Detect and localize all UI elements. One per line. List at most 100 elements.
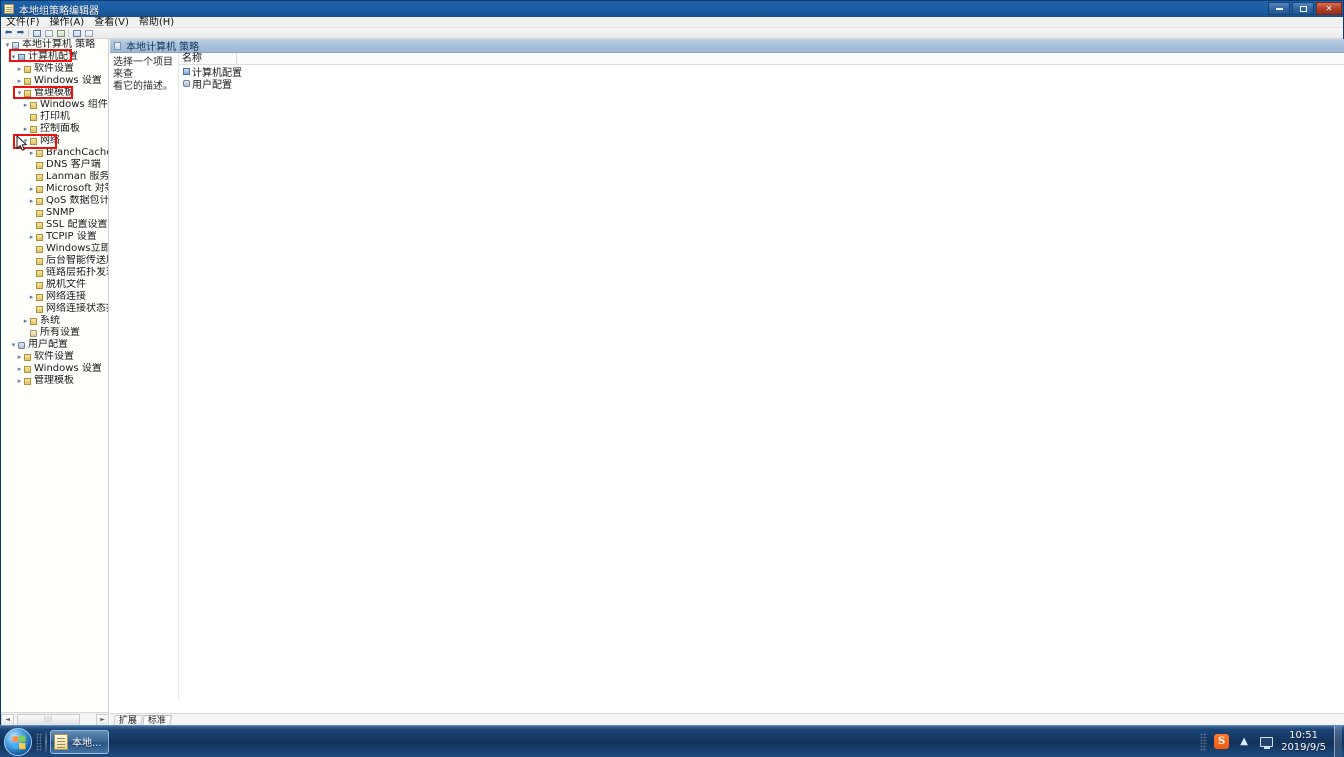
tree-item-label: Microsoft 对等网络	[46, 183, 108, 194]
collapse-arrow-icon[interactable]: ▾	[15, 87, 24, 99]
expand-arrow-icon[interactable]: ▸	[15, 363, 24, 375]
scrollbar-track[interactable]: |||	[14, 713, 96, 726]
expand-arrow-icon[interactable]: ▸	[21, 123, 30, 135]
clock[interactable]: 10:51 2019/9/5	[1277, 730, 1334, 754]
menu-view[interactable]: 查看(V)	[89, 17, 134, 28]
expand-arrow-icon[interactable]: ▸	[27, 147, 36, 159]
tree-item[interactable]: ▾ 网络	[1, 135, 108, 147]
tree-item[interactable]: ▸ 管理模板	[1, 375, 108, 387]
expand-arrow-icon[interactable]: ▸	[15, 75, 24, 87]
folder-icon	[36, 233, 43, 241]
tree-item[interactable]: 所有设置	[1, 327, 108, 339]
expand-arrow-icon[interactable]: ▸	[15, 351, 24, 363]
scrollbar-thumb[interactable]: |||	[17, 713, 80, 726]
column-header-blank[interactable]	[237, 53, 1344, 65]
maximize-button[interactable]	[1292, 2, 1314, 15]
taskbar-item-gpedit[interactable]: 本地...	[50, 729, 109, 754]
tree-item[interactable]: 网络连接状态指示器	[1, 303, 108, 315]
list-item[interactable]: 用户配置	[179, 77, 1344, 91]
tree-item[interactable]: ▸ Windows 设置	[1, 363, 108, 375]
list-item-label: 用户配置	[192, 79, 232, 91]
export-icon[interactable]	[83, 28, 94, 38]
tree-item-label: 网络连接	[46, 291, 86, 302]
tree-item[interactable]: ▸ 控制面板	[1, 123, 108, 135]
expand-arrow-icon[interactable]: ▸	[27, 291, 36, 303]
tree-item[interactable]: ▸ BranchCache	[1, 147, 108, 159]
tray-grip[interactable]	[1200, 732, 1208, 751]
tree-item[interactable]: ▾ 管理模板	[1, 87, 108, 99]
tree-item[interactable]: ▸ Windows 组件	[1, 99, 108, 111]
tree-item[interactable]: Lanman 服务器	[1, 171, 108, 183]
expand-arrow-icon[interactable]: ▸	[27, 195, 36, 207]
tree-item[interactable]: DNS 客户端	[1, 159, 108, 171]
expand-arrow-icon[interactable]: ▸	[21, 315, 30, 327]
quick-launch-grip[interactable]	[36, 732, 42, 751]
policy-editor-icon	[4, 4, 14, 14]
scroll-left-arrow-icon[interactable]: ◄	[1, 713, 14, 726]
properties-icon[interactable]	[43, 28, 54, 38]
show-hidden-icons-button[interactable]: ▲	[1236, 734, 1252, 750]
list-column-header: 名称	[179, 52, 1344, 65]
tree-item[interactable]: ▾ 计算机配置	[1, 51, 108, 63]
tree-item-label: 软件设置	[34, 351, 74, 362]
all-settings-icon	[30, 329, 37, 337]
scroll-right-arrow-icon[interactable]: ►	[96, 713, 108, 726]
tree-horizontal-scrollbar[interactable]: ◄ ||| ►	[1, 712, 108, 726]
tree-item[interactable]: ▸ 软件设置	[1, 63, 108, 75]
list-item[interactable]: 计算机配置	[179, 65, 1344, 79]
tree-item[interactable]: ▸ 网络连接	[1, 291, 108, 303]
computer-icon	[18, 53, 25, 61]
tree-item-label: 后台智能传送服务(	[46, 255, 108, 266]
tree-item[interactable]: 后台智能传送服务(	[1, 255, 108, 267]
show-hide-tree-icon[interactable]	[31, 28, 42, 38]
tree-item[interactable]: ▸ TCPIP 设置	[1, 231, 108, 243]
forward-arrow-icon[interactable]: ➡	[15, 28, 26, 38]
folder-icon	[24, 89, 31, 97]
window-controls: ✕	[1268, 2, 1342, 15]
collapse-arrow-icon[interactable]: ▾	[9, 339, 18, 351]
tree-item[interactable]: ▾ 本地计算机 策略	[1, 39, 108, 51]
tree-item[interactable]: Windows立即连接	[1, 243, 108, 255]
start-button[interactable]	[4, 727, 32, 756]
collapse-arrow-icon[interactable]: ▾	[3, 39, 12, 51]
expand-arrow-icon[interactable]: ▸	[21, 99, 30, 111]
network-icon[interactable]	[1258, 734, 1274, 750]
tree-item[interactable]: 链路层拓扑发现	[1, 267, 108, 279]
tree-item[interactable]: ▸ Microsoft 对等网络	[1, 183, 108, 195]
help-icon[interactable]	[71, 28, 82, 38]
tree-item[interactable]: ▸ Windows 设置	[1, 75, 108, 87]
menu-help[interactable]: 帮助(H)	[134, 17, 179, 28]
tree-item[interactable]: ▸ QoS 数据包计划程序	[1, 195, 109, 207]
refresh-icon[interactable]	[55, 28, 66, 38]
tree-item[interactable]: ▸ 系统	[1, 315, 108, 327]
tree-item-label: TCPIP 设置	[46, 231, 97, 242]
menu-file[interactable]: 文件(F)	[1, 17, 45, 28]
show-desktop-button[interactable]	[1334, 725, 1342, 757]
tree-item-label: Windows 组件	[40, 99, 108, 110]
expand-arrow-icon[interactable]: ▸	[27, 231, 36, 243]
tree-item[interactable]: ▾ 用户配置	[1, 339, 108, 351]
expand-arrow-icon[interactable]: ▸	[27, 183, 36, 195]
tree-item-label: 软件设置	[34, 63, 74, 74]
details-header-title: 本地计算机 策略	[126, 42, 200, 53]
expand-arrow-icon[interactable]: ▸	[15, 375, 24, 387]
description-column: 选择一个项目来查 看它的描述。	[110, 53, 178, 699]
tree-item[interactable]: SSL 配置设置	[1, 219, 108, 231]
minimize-button[interactable]	[1268, 2, 1290, 15]
sogou-ime-icon[interactable]: S	[1214, 734, 1230, 749]
close-button[interactable]: ✕	[1316, 2, 1342, 15]
tree-list[interactable]: ▾ 本地计算机 策略 ▾ 计算机配置 ▸ 软件设置 ▸ Windows 设置 ▾ 管理模板 ▸ Win…	[1, 39, 109, 703]
folder-icon	[24, 353, 31, 361]
collapse-arrow-icon[interactable]: ▾	[9, 51, 18, 63]
tree-item[interactable]: 打印机	[1, 111, 108, 123]
menu-action[interactable]: 操作(A)	[45, 17, 90, 28]
tree-item-label: 所有设置	[40, 327, 80, 338]
collapse-arrow-icon[interactable]: ▾	[21, 135, 30, 147]
back-arrow-icon[interactable]: ⬅	[3, 28, 14, 38]
tree-item[interactable]: 脱机文件	[1, 279, 108, 291]
tree-item[interactable]: SNMP	[1, 207, 108, 219]
tree-item-label: QoS 数据包计划程序	[46, 195, 109, 206]
tree-item[interactable]: ▸ 软件设置	[1, 351, 108, 363]
expand-arrow-icon[interactable]: ▸	[15, 63, 24, 75]
policy-root-icon	[12, 41, 19, 49]
